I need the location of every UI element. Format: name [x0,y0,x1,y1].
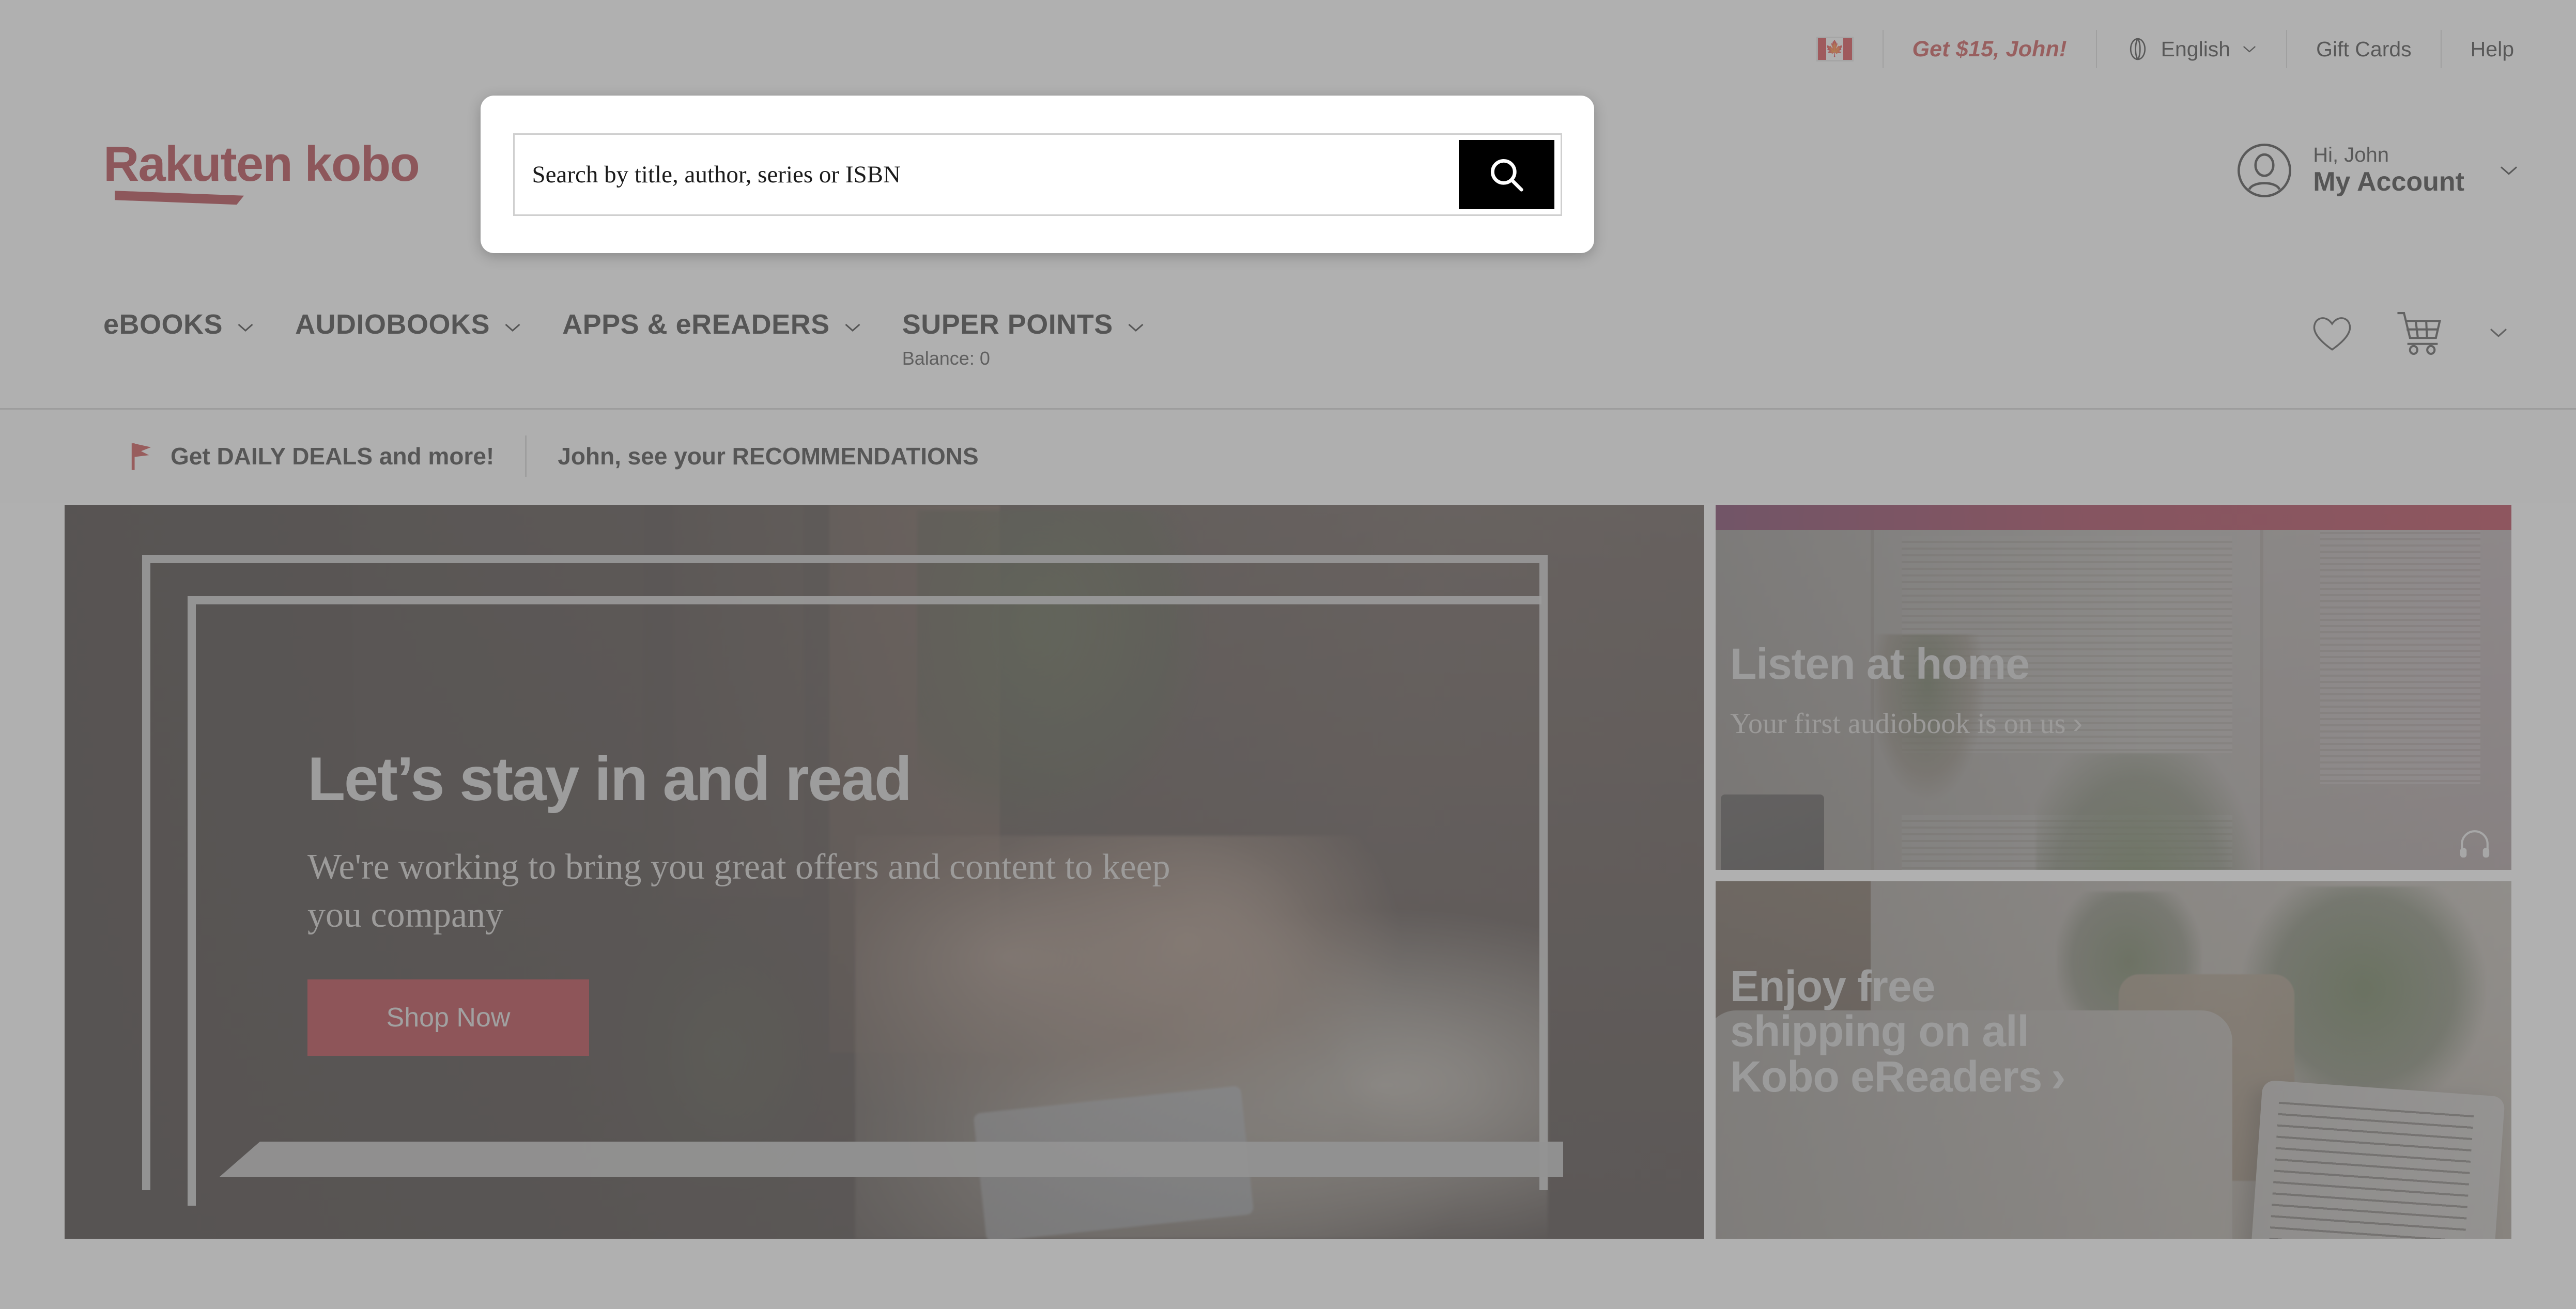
utility-bar-items: 🍁 Get $15, John! English Gift Cards Help [1816,28,2514,70]
nav-label: SUPER POINTS [902,309,1113,340]
deals-bar-items: Get DAILY DEALS and more! John, see your… [129,435,979,477]
shop-now-button[interactable]: Shop Now [307,979,589,1056]
search-input[interactable] [514,134,1459,214]
chevron-right-icon: › [2051,1052,2065,1101]
heart-icon[interactable] [2310,313,2354,352]
account-label: My Account [2313,167,2464,197]
get-credit-promo-link[interactable]: Get $15, John! [1912,37,2067,62]
hero-title: Let’s stay in and read [307,744,912,814]
divider [2440,30,2442,68]
main-nav-items: eBOOKS AUDIOBOOKS APPS & eREADERS SUPER … [103,297,1185,408]
chevron-down-icon [1128,323,1144,332]
chevron-right-icon: › [2073,707,2083,740]
promo-title-line-3-row: Kobo eReaders › [1730,1054,2065,1099]
hero-banner[interactable]: Let’s stay in and read We're working to … [65,505,1705,1239]
promo-copy: Enjoy free shipping on all Kobo eReaders… [1730,962,2065,1119]
brand-logo-text: Rakuten kobo [103,136,420,192]
nav-label: eBOOKS [103,309,223,340]
promo-accent-bar [1716,505,2511,530]
search-icon [1490,159,1523,192]
divider [1882,30,1884,68]
globe-icon [2130,38,2146,60]
chevron-down-icon[interactable] [2488,326,2509,339]
promo-title: Listen at home [1730,640,2030,688]
promo-copy: Listen at home Your first audiobook is o… [1730,640,2083,740]
red-flag-icon [131,443,151,470]
promo-title-line-3: Kobo eReaders [1730,1052,2042,1101]
brand-logo[interactable]: Rakuten kobo [103,136,420,205]
hero-copy: Let’s stay in and read We're working to … [307,748,1186,1056]
language-label: English [2161,37,2231,61]
chevron-down-icon [238,323,253,332]
brand-logo-swoosh [115,191,244,205]
divider [2286,30,2288,68]
daily-deals-link[interactable]: Get DAILY DEALS and more! [171,442,494,470]
nav-item-super-points[interactable]: SUPER POINTS Balance: 0 [902,297,1145,369]
nav-item-ebooks[interactable]: eBOOKS [103,297,255,340]
account-labels: Hi, John My Account [2313,144,2464,197]
canada-flag-icon: 🍁 [1816,37,1854,61]
super-points-balance: Balance: 0 [902,348,990,369]
promo-title-line-1: Enjoy free [1730,962,1935,1010]
hero-section: Let’s stay in and read We're working to … [65,505,2511,1239]
search-button[interactable] [1458,139,1554,209]
divider [525,435,527,477]
chevron-down-icon [505,323,520,332]
help-link[interactable]: Help [2471,37,2514,61]
search-field[interactable] [513,133,1562,216]
language-selector[interactable]: English [2126,37,2257,61]
chevron-down-icon [2501,166,2517,175]
shopping-cart-icon[interactable] [2394,310,2448,355]
hero-frame-slant [220,1142,1563,1177]
promo-title: Enjoy free shipping on all Kobo eReaders… [1730,962,2065,1099]
deals-bar: Get DAILY DEALS and more! John, see your… [0,410,2576,503]
promo-card-listen-at-home[interactable]: Listen at home Your first audiobook is o… [1716,505,2511,870]
chevron-down-icon [2243,46,2256,53]
promo-subtitle: Your first audiobook is on us [1730,708,2066,740]
hero-subtitle: We're working to bring you great offers … [307,847,1170,936]
gift-cards-link[interactable]: Gift Cards [2316,37,2412,61]
user-avatar-icon [2238,144,2292,197]
nav-label: AUDIOBOOKS [295,309,490,340]
search-card[interactable] [481,96,1594,253]
nav-item-apps-ereaders[interactable]: APPS & eREADERS [562,297,862,340]
promo-title-line-2: shipping on all [1730,1007,2029,1056]
utility-bar: 🍁 Get $15, John! English Gift Cards Help [0,0,2576,98]
promo-subtitle-row: Your first audiobook is on us › [1730,706,2083,740]
account-greeting: Hi, John [2313,144,2389,167]
nav-item-audiobooks[interactable]: AUDIOBOOKS [295,297,522,340]
promo-column: Listen at home Your first audiobook is o… [1716,505,2511,1239]
chevron-down-icon [845,323,860,332]
page-bottom-spacer [0,1240,2576,1309]
main-nav-actions [2310,310,2509,355]
account-menu[interactable]: Hi, John My Account [2236,143,2519,198]
recommendations-link[interactable]: John, see your RECOMMENDATIONS [558,442,978,470]
divider [2095,30,2097,68]
main-navigation: eBOOKS AUDIOBOOKS APPS & eREADERS SUPER … [0,297,2576,408]
headphones-icon [2460,830,2490,858]
nav-label: APPS & eREADERS [562,309,830,340]
promo-card-free-shipping[interactable]: Enjoy free shipping on all Kobo eReaders… [1716,881,2511,1239]
